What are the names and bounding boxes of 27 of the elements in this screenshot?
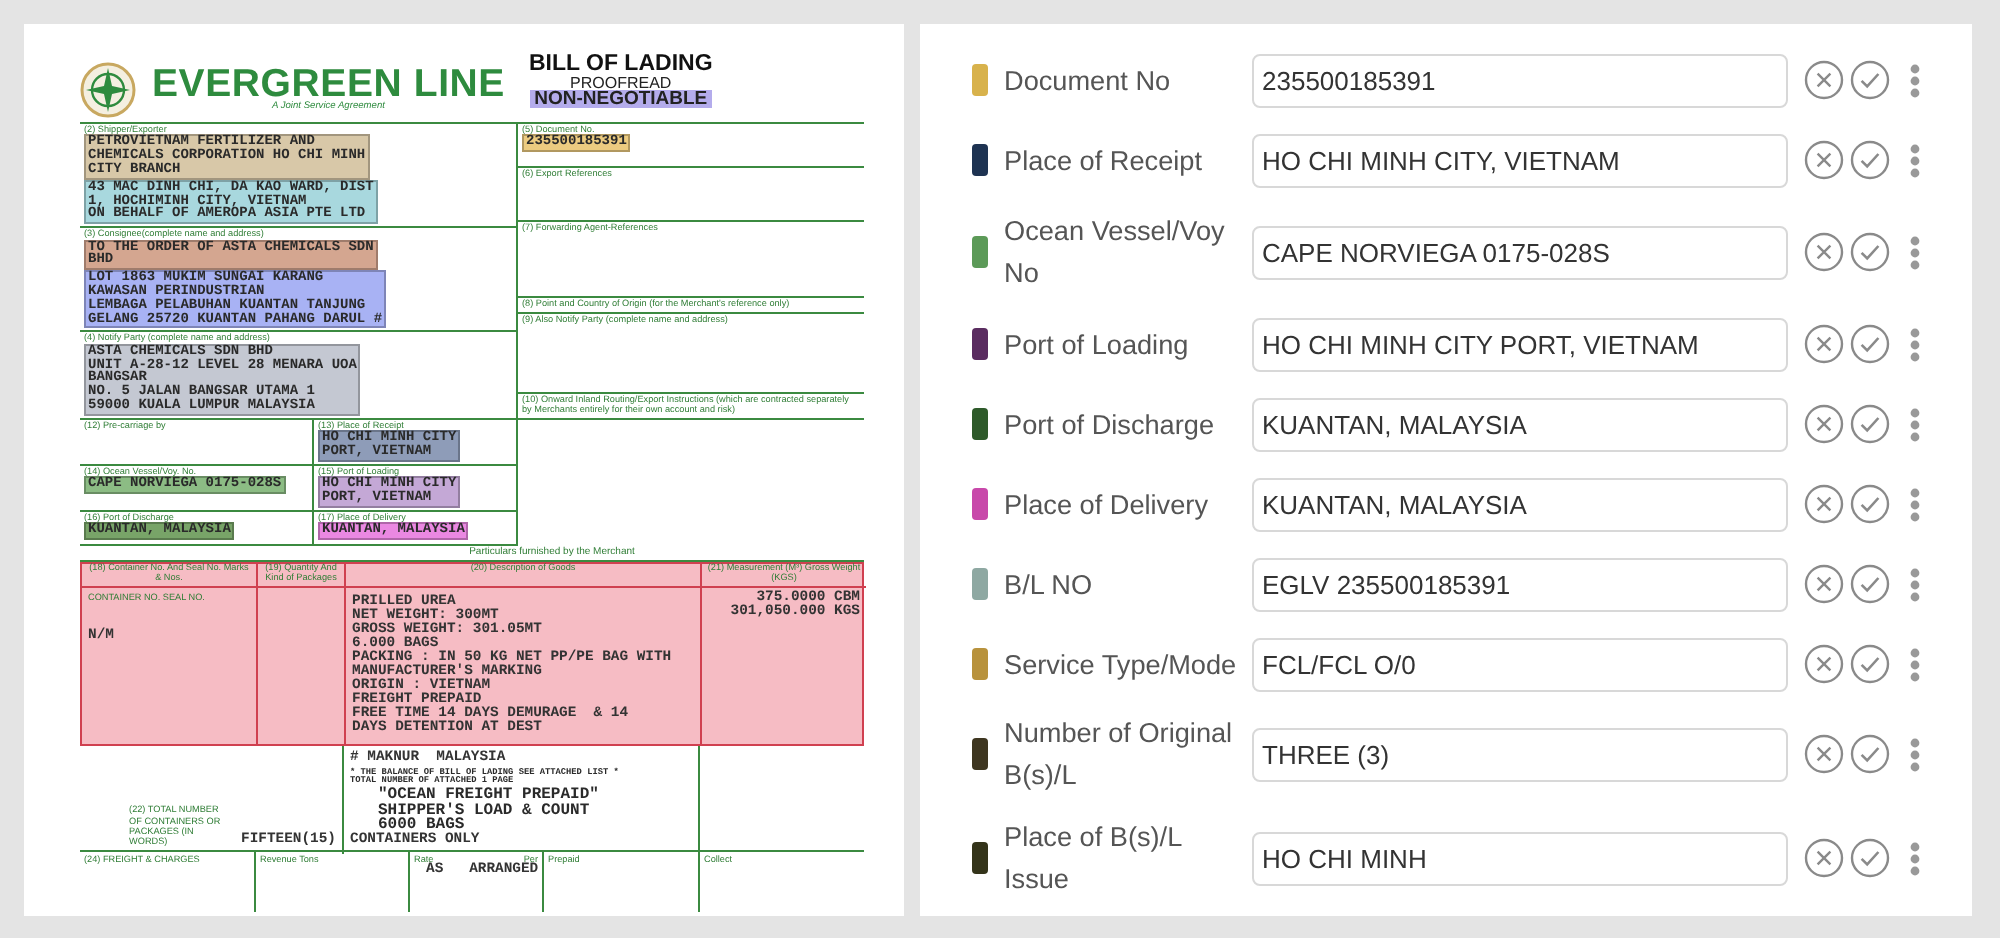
field-label: Place of B(s)/L Issue [1004, 820, 1184, 898]
input-field[interactable]: KUANTAN, MALAYSIA [1252, 477, 1788, 531]
input-field[interactable]: KUANTAN, MALAYSIA [1252, 397, 1788, 451]
input-field[interactable]: FCL/FCL O/0 [1252, 637, 1788, 691]
document-status: NON-NEGOTIABLE [530, 90, 712, 108]
field-label: Service Type/Mode [1004, 647, 1239, 684]
field-label: Ocean Vessel/Voy No [1004, 214, 1227, 292]
input-field[interactable]: THREE (3) [1252, 727, 1788, 781]
field-label: Port of Discharge [1004, 407, 1217, 444]
document-subtitle: PROOFREAD [570, 76, 672, 90]
document-title: BILL OF LADING [528, 54, 713, 76]
field-label: Port of Loading [1004, 327, 1191, 364]
field-label: Number of Original B(s)/L [1004, 716, 1235, 794]
notes-line: SHIPPER'S LOAD & COUNT [376, 803, 592, 819]
input-field[interactable]: EGLV 235500185391 [1252, 557, 1788, 611]
field-label: Document No [1004, 63, 1173, 99]
brand-name: EVERGREEN LINE [152, 66, 505, 102]
field-label: B/L NO [1004, 567, 1095, 603]
field-label: Place of Receipt [1004, 143, 1204, 180]
notes-line: "OCEAN FREIGHT PREPAID" [376, 787, 601, 804]
notes-line: 6000 BAGS [378, 818, 465, 834]
input-field[interactable]: CAPE NORVIEGA 0175-028S [1252, 225, 1788, 279]
input-field[interactable]: HO CHI MINH CITY PORT, VIETNAM [1252, 317, 1788, 371]
input-field[interactable]: 235500185391 [1252, 53, 1788, 107]
field-label: Place of Delivery [1004, 487, 1210, 524]
input-field[interactable]: HO CHI MINH CITY, VIETNAM [1252, 133, 1788, 187]
input-field[interactable]: HO CHI MINH [1252, 831, 1788, 885]
